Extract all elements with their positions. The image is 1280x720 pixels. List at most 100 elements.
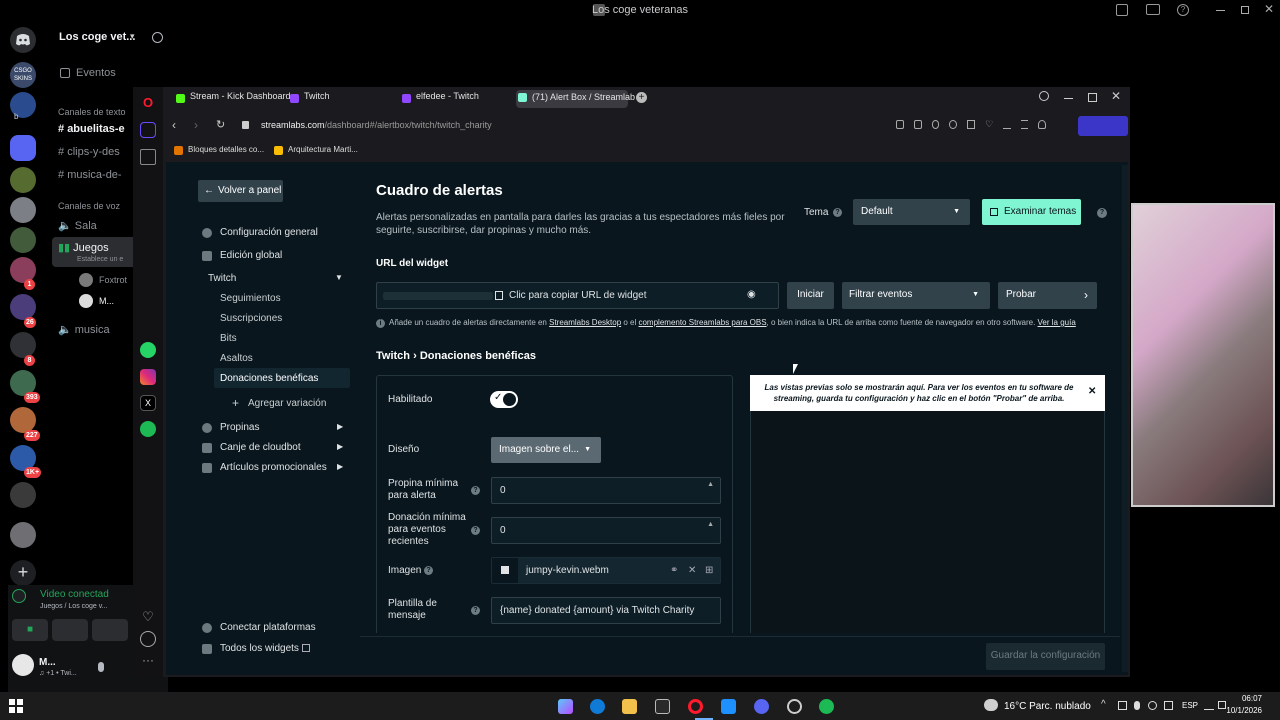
server-icon[interactable] [10,522,36,548]
discord-icon[interactable] [754,699,769,714]
menu-promo[interactable]: Artículos promocionales [220,462,327,473]
edge-icon[interactable] [590,699,605,714]
camera-snapshot-icon[interactable] [913,120,922,129]
server-csgo-skins[interactable]: CSGO SKINS [10,62,36,88]
microphone-icon[interactable] [1134,701,1140,710]
all-widgets-link[interactable]: Todos los widgets [220,643,299,654]
media-library-icon[interactable]: ⊞ [705,558,713,583]
tray-icon[interactable] [1118,701,1127,710]
server-icon[interactable] [10,332,36,358]
avatar[interactable] [12,654,34,676]
monitor-icon[interactable] [1146,4,1160,15]
launch-button[interactable]: Iniciar [787,282,834,309]
heart-icon[interactable]: ♡ [140,609,156,625]
menu-icon[interactable] [1020,120,1029,129]
text-channel[interactable]: # abuelitas-e [58,123,125,135]
camera-button[interactable]: ■ [12,619,48,641]
new-tab-button[interactable]: + [636,92,647,103]
help-icon[interactable]: ? [471,606,480,615]
remove-icon[interactable]: ✕ [688,558,696,583]
eye-icon[interactable]: ◉ [747,289,756,300]
opera-ai-panel[interactable] [1078,116,1128,136]
screen-share-button[interactable] [52,619,88,641]
reload-icon[interactable]: ↻ [216,118,225,131]
back-icon[interactable]: ‹ [172,118,176,132]
help-icon[interactable]: ? [471,526,480,535]
close-icon[interactable]: ✕ [1111,89,1121,103]
help-icon[interactable]: ? [471,486,480,495]
file-explorer-icon[interactable] [622,699,637,714]
menu-twitch-bits[interactable]: Bits [220,333,237,344]
menu-twitch-raids[interactable]: Asaltos [220,353,253,364]
enabled-toggle[interactable]: ✓ [490,391,518,408]
whatsapp-icon[interactable] [140,342,156,358]
server-name[interactable]: Los coge vet... [59,31,135,43]
tray-icon[interactable] [1164,701,1173,710]
image-field[interactable]: jumpy-kevin.webm ⚭ ✕ ⊞ [491,557,721,584]
copy-url-text[interactable]: Clic para copiar URL de widget [509,290,646,301]
opera-logo-icon[interactable]: O [140,95,156,111]
voice-channel[interactable]: ▮▮ Juegos [58,241,109,254]
menu-general-settings[interactable]: Configuración general [220,227,318,238]
voice-category[interactable]: Canales de voz [58,201,120,211]
voice-channel[interactable]: 🔈 musica [58,323,110,336]
mail-icon[interactable] [721,699,736,714]
shield-icon[interactable] [931,120,940,129]
tab-kick[interactable]: Stream - Kick Dashboard [174,91,291,107]
menu-cloudbot[interactable]: Canje de cloudbot [220,442,301,453]
edit-icon[interactable] [896,120,904,129]
help-icon[interactable]: ? [1177,4,1189,16]
design-select[interactable]: Imagen sobre el... ▼ [491,437,601,463]
extension-icon[interactable] [949,120,958,129]
voice-user[interactable]: Foxtrot [99,275,127,285]
theme-select[interactable]: Default ▼ [853,199,970,225]
lock-icon[interactable] [242,121,249,129]
menu-twitch[interactable]: Twitch [208,273,236,284]
add-member-icon[interactable] [152,32,163,43]
widget-url-field[interactable]: Clic para copiar URL de widget ◉ [376,282,779,309]
add-variation-link[interactable]: Agregar variación [248,398,326,409]
forward-icon[interactable]: › [194,118,198,132]
connect-platforms-link[interactable]: Conectar plataformas [220,622,316,633]
more-icon[interactable]: ··· [140,653,156,669]
heart-icon[interactable]: ♡ [985,120,993,129]
tab-alertbox[interactable]: (71) Alert Box / Streamlab [516,90,635,108]
url-field[interactable]: streamlabs.com/dashboard#/alertbox/twitc… [261,120,492,130]
obs-plugin-link[interactable]: complemento Streamlabs para OBS [638,318,766,327]
copilot-icon[interactable] [558,699,573,714]
test-button[interactable]: Probar › [998,282,1097,309]
stepper-up-icon[interactable]: ▲ [707,512,714,537]
menu-twitch-subs[interactable]: Suscripciones [220,313,282,324]
min-tip-input[interactable]: 0 ▲ [491,477,721,504]
voice-channel[interactable]: 🔈 Sala [58,219,97,232]
weather-text[interactable]: 16°C Parc. nublado [1004,701,1091,712]
history-icon[interactable] [140,631,156,647]
spotify-icon[interactable] [819,699,834,714]
guide-link[interactable]: Ver la guía [1038,318,1076,327]
avatar[interactable] [79,273,93,287]
server-folder-icon[interactable] [10,135,36,161]
help-icon[interactable]: ? [833,208,842,217]
instagram-icon[interactable] [140,369,156,385]
clock-date[interactable]: 10/1/2026 [1206,706,1262,715]
stepper-up-icon[interactable]: ▲ [707,472,714,497]
minimize-icon[interactable] [1216,10,1225,11]
x-twitter-icon[interactable]: X [140,395,156,411]
location-icon[interactable] [1148,701,1157,710]
tab-twitch[interactable]: Twitch [288,91,398,107]
server-icon[interactable] [10,294,36,320]
server-icon[interactable] [10,167,36,193]
voice-user[interactable]: M... [99,296,114,306]
pinboard-icon[interactable] [140,149,156,165]
bookmark-item[interactable]: Bloques detalles co... [188,145,264,154]
save-settings-button[interactable]: Guardar la configuración [986,643,1105,670]
server-icon[interactable] [10,227,36,253]
microphone-icon[interactable] [98,662,104,672]
server-icon[interactable] [10,197,36,223]
help-icon[interactable]: ? [1097,208,1107,218]
text-channel[interactable]: # musica-de- [58,169,122,181]
download-icon[interactable] [1003,120,1011,129]
home-icon[interactable] [140,122,156,138]
minimize-icon[interactable] [1064,98,1073,99]
discord-home-icon[interactable] [10,27,36,53]
